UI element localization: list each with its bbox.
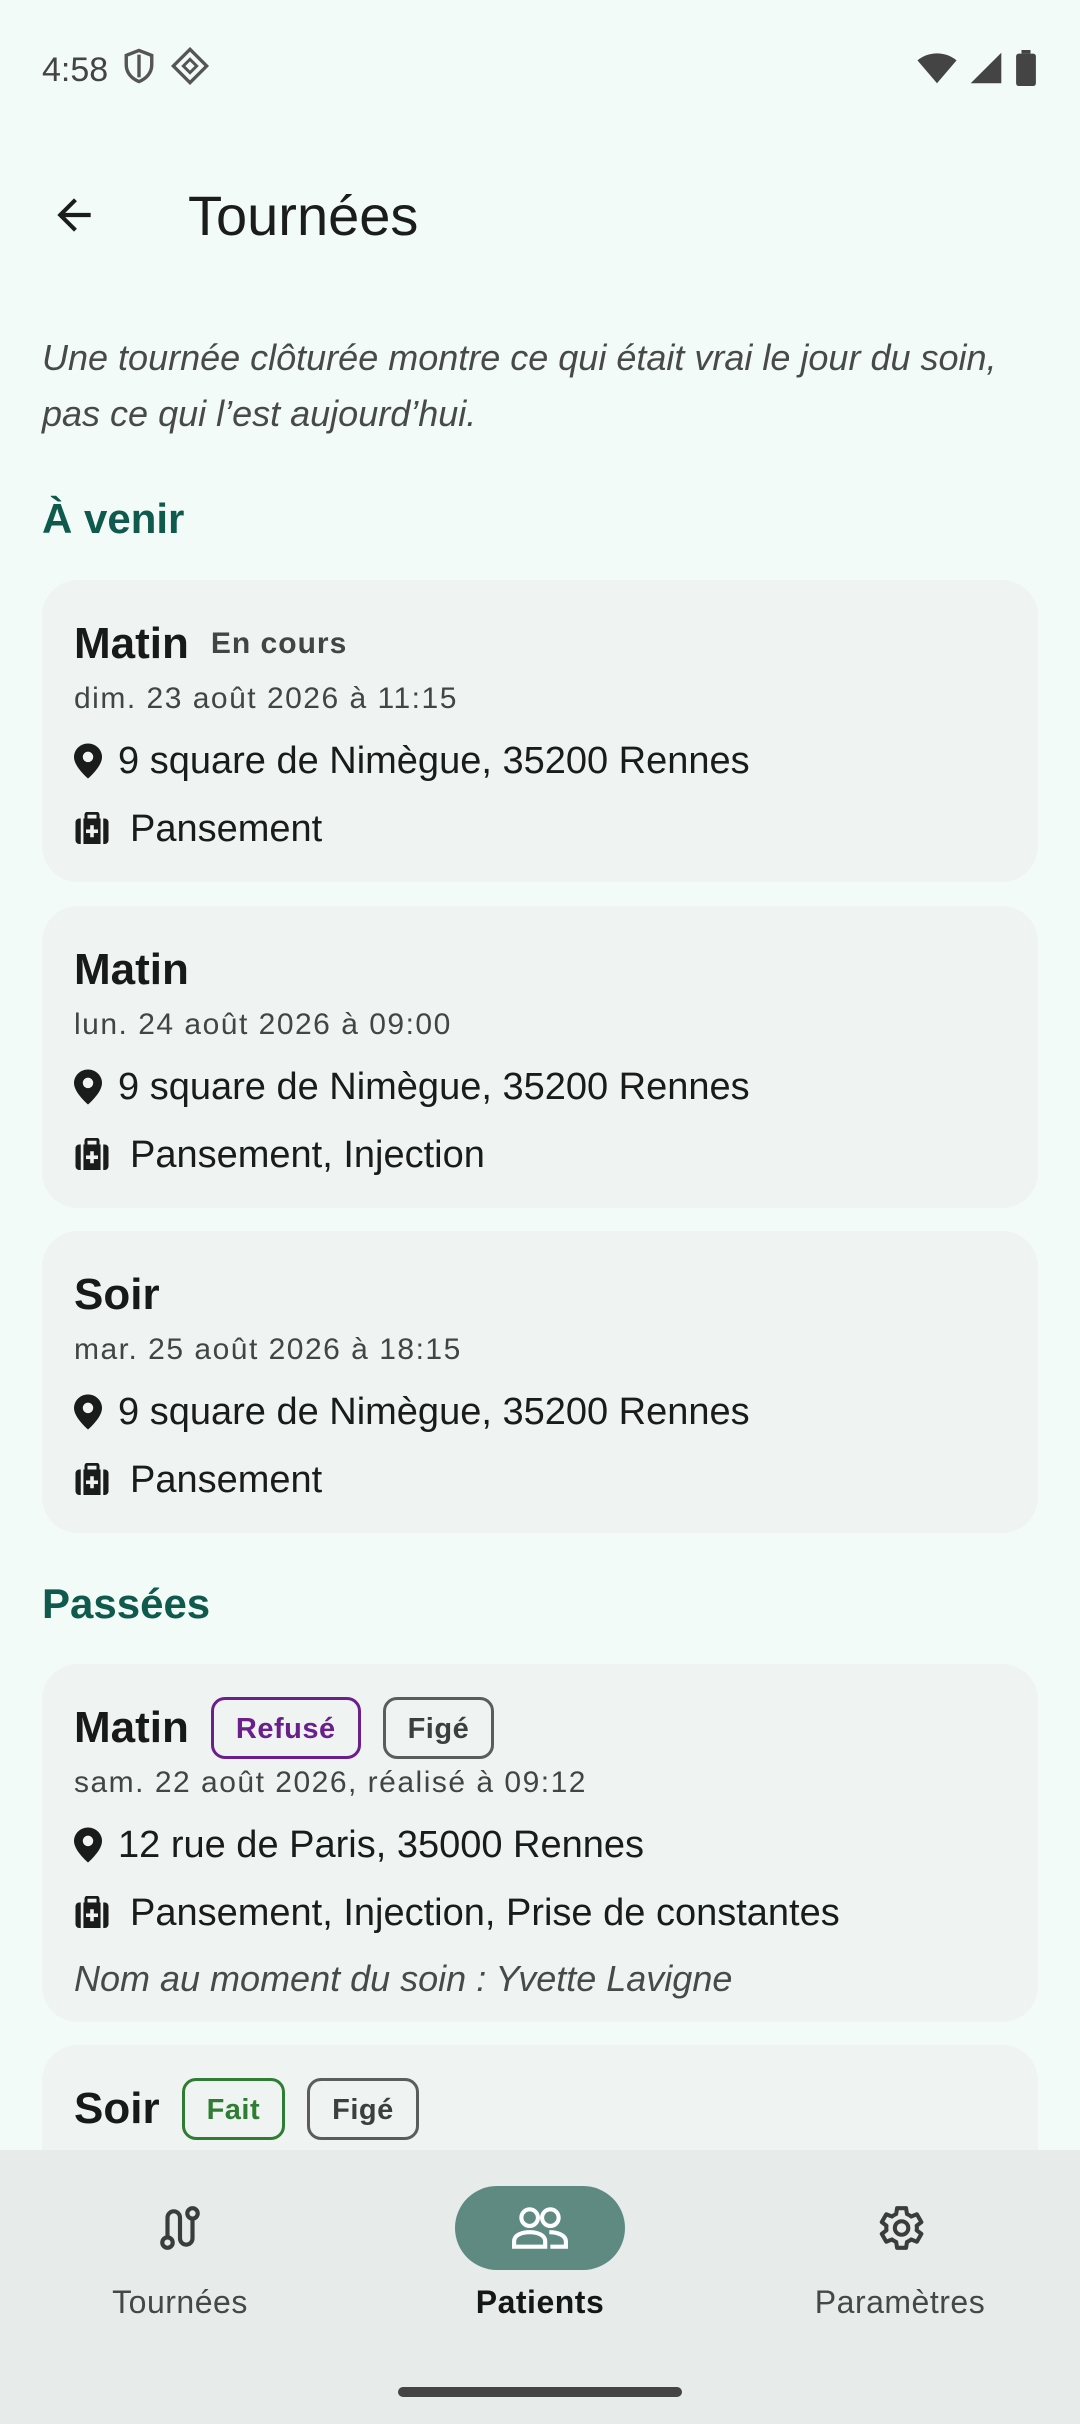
location-pin-icon xyxy=(74,1069,118,1105)
tour-card[interactable]: Soir mar. 25 août 2026 à 18:15 9 square … xyxy=(42,1231,1038,1533)
tour-card[interactable]: Matin lun. 24 août 2026 à 09:00 9 square… xyxy=(42,906,1038,1208)
arrow-back-icon xyxy=(57,198,91,232)
status-badge-frozen: Figé xyxy=(382,1697,495,1759)
home-indicator[interactable] xyxy=(398,2387,682,2397)
tour-address: 9 square de Nimègue, 35200 Rennes xyxy=(118,739,750,782)
nav-label: Paramètres xyxy=(814,2284,986,2320)
people-icon xyxy=(512,2207,568,2249)
tour-address: 12 rue de Paris, 35000 Rennes xyxy=(118,1823,645,1866)
status-bar: 4:58 xyxy=(0,0,1080,140)
location-pin-icon xyxy=(74,1394,118,1430)
medical-bag-icon xyxy=(74,1463,130,1497)
signal-icon xyxy=(968,51,1004,90)
tour-title: Soir xyxy=(74,2084,160,2133)
tour-title: Matin xyxy=(74,1703,189,1752)
tour-title: Matin xyxy=(74,945,189,994)
status-badge-frozen: Figé xyxy=(307,2078,419,2140)
tour-title: Matin xyxy=(74,619,189,668)
tour-care: Pansement xyxy=(130,807,323,850)
battery-icon xyxy=(1014,49,1038,91)
tour-status: En cours xyxy=(210,627,348,660)
medical-bag-icon xyxy=(74,1138,130,1172)
wifi-icon xyxy=(916,51,958,90)
tour-address: 9 square de Nimègue, 35200 Rennes xyxy=(118,1065,750,1108)
tour-title: Soir xyxy=(74,1270,160,1319)
intro-text: Une tournée clôturée montre ce qui était… xyxy=(42,337,997,434)
tour-date: lun. 24 août 2026 à 09:00 xyxy=(74,1008,452,1041)
tour-care: Pansement xyxy=(130,1458,323,1501)
tour-date: mar. 25 août 2026 à 18:15 xyxy=(74,1333,462,1366)
page-title: Tournées xyxy=(188,183,419,247)
nav-item-patients[interactable]: Patients xyxy=(360,2150,720,2424)
tour-date: dim. 23 août 2026 à 11:15 xyxy=(74,682,458,715)
location-pin-icon xyxy=(74,1827,118,1863)
nav-label: Patients xyxy=(475,2284,605,2320)
medical-bag-icon xyxy=(74,812,130,846)
tour-care: Pansement, Injection xyxy=(130,1133,485,1176)
medical-bag-icon xyxy=(74,1896,130,1930)
tour-card[interactable]: Matin Refusé Figé sam. 22 août 2026, réa… xyxy=(42,1664,1038,2022)
nav-item-parametres[interactable]: Paramètres xyxy=(720,2150,1080,2424)
status-badge-done: Fait xyxy=(181,2078,286,2140)
tour-card[interactable]: Matin En cours dim. 23 août 2026 à 11:15… xyxy=(42,580,1038,882)
app-bar: Tournées xyxy=(0,160,1080,270)
section-past-title: Passées xyxy=(42,1580,211,1627)
tour-care: Pansement, Injection, Prise de constante… xyxy=(130,1891,840,1934)
status-badge-refused: Refusé xyxy=(210,1697,361,1759)
route-icon xyxy=(160,2206,200,2250)
section-upcoming-title: À venir xyxy=(42,495,185,542)
tour-patient-note: Nom au moment du soin : Yvette Lavigne xyxy=(74,1958,733,1999)
tour-address: 9 square de Nimègue, 35200 Rennes xyxy=(118,1390,750,1433)
gear-icon xyxy=(879,2206,924,2250)
tour-date: sam. 22 août 2026, réalisé à 09:12 xyxy=(74,1766,587,1799)
back-button[interactable] xyxy=(24,165,124,265)
status-time: 4:58 xyxy=(42,50,109,89)
bottom-navigation: Tournées Patients Paramètres xyxy=(0,2150,1080,2424)
shield-icon xyxy=(122,47,156,94)
nav-label: Tournées xyxy=(112,2284,248,2320)
nav-item-tournees[interactable]: Tournées xyxy=(0,2150,360,2424)
location-pin-icon xyxy=(74,743,118,779)
app-notification-icon xyxy=(170,46,210,95)
